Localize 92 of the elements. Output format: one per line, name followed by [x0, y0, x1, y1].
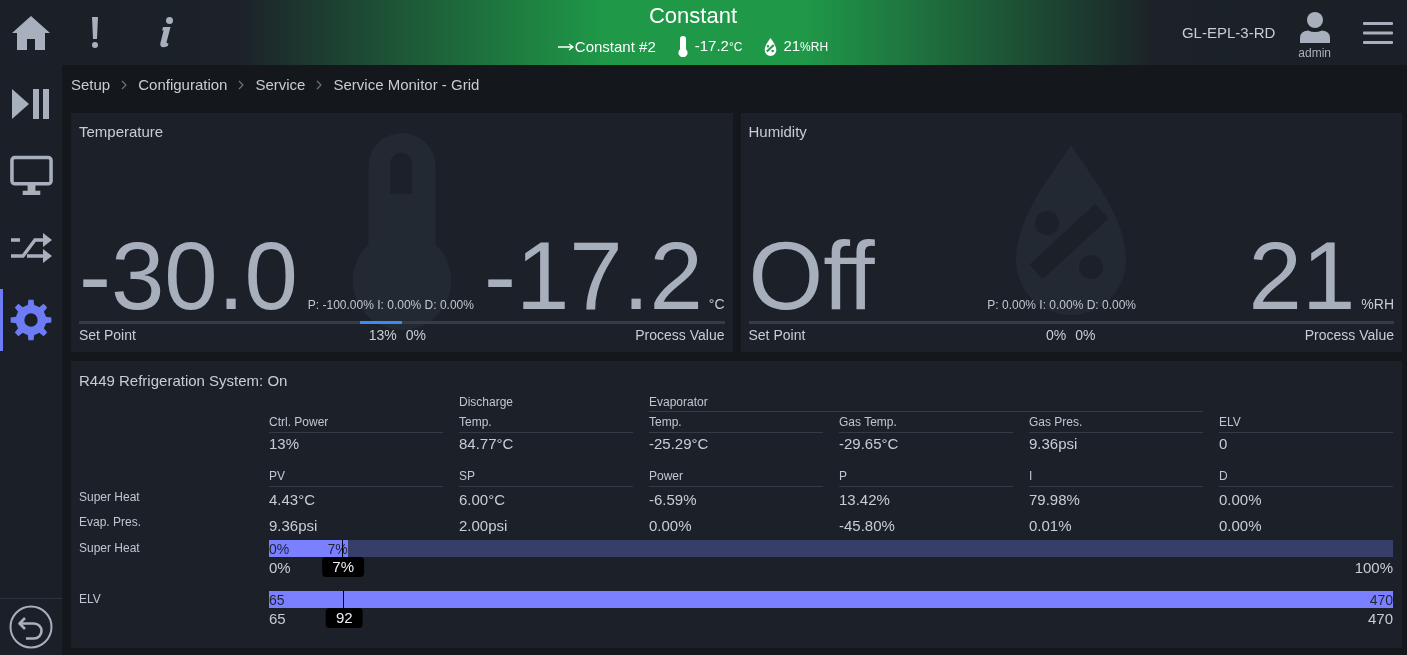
exclamation-icon	[91, 17, 99, 48]
home-icon	[12, 15, 50, 50]
info-icon	[158, 17, 174, 48]
unit-label: °C	[708, 296, 725, 312]
unit-label: %RH	[1361, 296, 1394, 312]
device-name: GL-EPL-3-RD	[1181, 24, 1276, 41]
card-title: R449 Refrigeration System: On	[79, 372, 288, 389]
table-value: -45.80%	[839, 517, 895, 534]
table-value: 0.00%	[1219, 491, 1262, 508]
column-header: Ctrl. Power	[269, 415, 329, 429]
column-header: Gas Temp.	[839, 415, 897, 429]
process-value-label: Process Value	[1304, 326, 1394, 344]
row-label: Evap. Pres.	[79, 515, 142, 529]
breadcrumb-link[interactable]: Service	[255, 76, 306, 93]
table-value: 6.00°C	[459, 491, 506, 508]
table-value: 4.43°C	[269, 491, 316, 508]
humidity-reading: 21	[783, 36, 801, 56]
thermometer-icon	[677, 36, 688, 57]
table-value: 9.36psi	[269, 517, 318, 534]
chevron-icon	[238, 79, 245, 90]
right-arrow-icon	[557, 42, 574, 51]
range-min: 65	[269, 609, 286, 629]
set-point-label: Set Point	[748, 326, 806, 344]
process-value: -17.2	[483, 234, 703, 318]
bar-label: ELV	[79, 592, 101, 606]
menu-button[interactable]	[1363, 21, 1393, 44]
set-point-value: Off	[748, 234, 875, 318]
value-badge: 92	[325, 608, 363, 628]
column-header: Temp.	[649, 415, 682, 429]
table-value: 0.01%	[1029, 517, 1072, 534]
set-point-label: Set Point	[79, 326, 136, 344]
pid-values: P: 0.00% I: 0.00% D: 0.00%	[987, 298, 1137, 312]
column-header: P	[839, 469, 847, 483]
process-value-label: Process Value	[635, 326, 725, 344]
column-header: ELV	[1219, 415, 1241, 429]
program-title: Constant	[648, 2, 737, 30]
output-reading: 0%	[1046, 326, 1068, 344]
column-header: I	[1029, 469, 1033, 483]
table-value: 0.00%	[649, 517, 692, 534]
bar-start-label: 0%	[269, 541, 290, 557]
gear-icon	[10, 298, 52, 342]
output-reading: 0%	[404, 326, 426, 344]
step-name: Constant #2	[574, 36, 656, 57]
group-header: Evaporator	[649, 395, 708, 409]
breadcrumb-link[interactable]: Configuration	[138, 76, 228, 93]
table-value: 0.00%	[1219, 517, 1262, 534]
table-value: 13.42%	[839, 491, 890, 508]
reading-value: 13%	[269, 435, 300, 452]
chevron-icon	[121, 79, 128, 90]
bar-label: Super Heat	[79, 541, 140, 555]
column-header: SP	[459, 469, 475, 483]
output-reading: 0%	[1074, 326, 1096, 344]
user-icon	[1299, 11, 1330, 43]
humidity-drop-icon	[764, 37, 778, 56]
pid-values: P: -100.00% I: 0.00% D: 0.00%	[307, 298, 474, 312]
temperature-reading: -17.2	[694, 36, 729, 56]
column-header: Temp.	[459, 415, 492, 429]
group-header: Discharge	[459, 395, 514, 409]
table-value: 79.98%	[1029, 491, 1080, 508]
back-button[interactable]	[9, 605, 53, 649]
column-header: D	[1219, 469, 1228, 483]
reading-value: 9.36psi	[1029, 435, 1078, 452]
range-max: 470	[1367, 609, 1393, 629]
user-button[interactable]: admin	[1298, 11, 1331, 60]
reading-value: -25.29°C	[649, 435, 709, 452]
menu-icon	[1363, 21, 1393, 44]
reading-value: 0	[1219, 435, 1228, 452]
play-pause-icon	[12, 88, 50, 120]
breadcrumb-link[interactable]: Setup	[71, 76, 111, 93]
output-reading: 13%	[368, 326, 398, 344]
value-badge: 7%	[322, 557, 364, 577]
breadcrumb-current: Service Monitor - Grid	[333, 76, 480, 93]
card-title: Humidity	[748, 123, 807, 140]
bar-start-label: 65	[269, 592, 285, 608]
reading-value: 84.77°C	[459, 435, 514, 452]
range-max: 100%	[1354, 558, 1393, 578]
humidity-unit: %RH	[800, 39, 829, 56]
range-min: 0%	[269, 558, 291, 578]
table-value: -6.59%	[649, 491, 697, 508]
chevron-icon	[316, 79, 323, 90]
set-point-value: -30.0	[79, 234, 298, 318]
process-value: 21	[1248, 234, 1356, 318]
bar-end-label: 470	[1369, 592, 1393, 608]
table-value: 2.00psi	[459, 517, 508, 534]
column-header: PV	[269, 469, 285, 483]
row-label: Super Heat	[79, 490, 140, 504]
column-header: Power	[649, 469, 683, 483]
temperature-unit: °C	[728, 39, 743, 56]
monitor-icon	[9, 155, 53, 197]
card-title: Temperature	[79, 123, 164, 140]
reading-value: -29.65°C	[839, 435, 899, 452]
column-header: Gas Pres.	[1029, 415, 1083, 429]
